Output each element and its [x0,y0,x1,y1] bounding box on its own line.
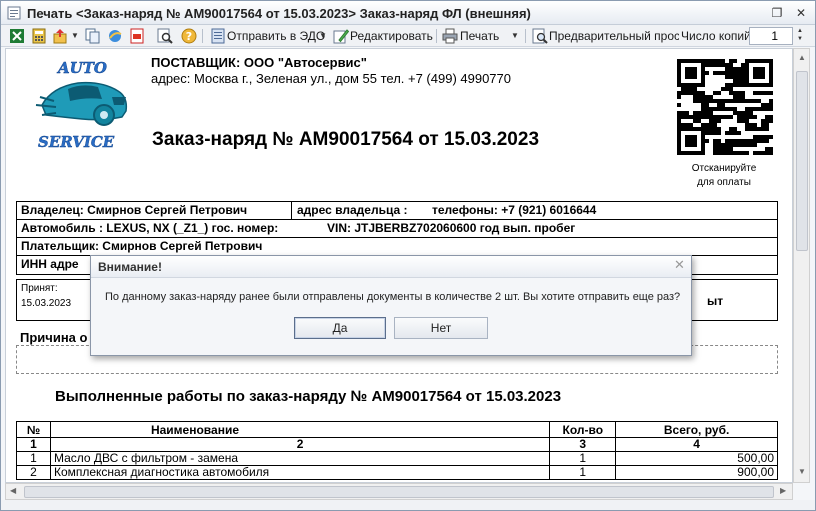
row-qty: 1 [549,451,617,466]
reason-label: Причина о [20,330,88,345]
vertical-scroll-thumb[interactable] [796,71,808,251]
svg-text:SERVICE: SERVICE [38,133,115,151]
close-window-button[interactable]: ✕ [793,5,809,21]
payer-name: Плательщик: Смирнов Сергей Петрович [21,239,263,253]
table-number-row: 1 2 3 4 [16,437,778,452]
print-dropdown-icon[interactable]: ▼ [511,28,519,44]
print-window: Печать <Заказ-наряд № АМ90017564 от 15.0… [0,0,816,511]
qr-caption-line-1: Отсканируйте [691,163,757,174]
table-row: 1 Масло ДВС с фильтром - замена 1 500,00 [16,451,778,466]
edit-icon[interactable] [333,28,349,44]
yes-button[interactable]: Да [294,317,386,339]
print-icon[interactable] [442,28,458,44]
order-title: Заказ-наряд № АМ90017564 от 15.03.2023 [152,129,540,150]
autoservice-logo: AUTO SERVICE [35,59,128,151]
owner-row: Владелец: Смирнов Сергей Петрович адрес … [17,202,777,220]
edo-icon[interactable] [210,28,226,44]
scroll-left-icon[interactable]: ◀ [10,486,16,495]
accepted-date: 15.03.2023 [21,298,72,309]
car-info: Автомобиль : LEXUS, NX (_Z1_) гос. номер… [21,221,279,235]
accepted-right-text: ыт [707,294,724,308]
pdf-icon[interactable] [129,28,145,44]
row-name: Комплексная диагностика автомобиля [49,465,551,480]
restore-window-button[interactable]: ❐ [769,5,785,21]
scroll-down-icon[interactable]: ▼ [797,467,807,476]
send-edo-dropdown-icon[interactable]: ▼ [319,28,327,44]
preview-icon[interactable] [532,28,548,44]
supplier-line: ПОСТАВЩИК: ООО "Автосервис" [151,55,367,70]
title-bar: Печать <Заказ-наряд № АМ90017564 от 15.0… [1,1,815,25]
col-number-2: 2 [49,437,551,452]
qr-caption: Отсканируйте для оплаты [671,162,777,190]
copies-label: Число копий [681,29,751,43]
row-number: 2 [16,465,51,480]
vertical-scrollbar[interactable]: ▲ ▼ [793,48,810,483]
qr-caption-line-2: для оплаты [697,177,751,188]
excel-icon[interactable] [9,28,25,44]
car-vin: VIN: JTJBERBZ702060600 год вып. пробег [327,221,576,235]
supplier-address: адрес: Москва г., Зеленая ул., дом 55 те… [151,71,512,86]
calculator-icon[interactable] [31,28,47,44]
row-total: 900,00 [615,465,778,480]
browser-icon[interactable] [107,28,123,44]
edit-button[interactable]: Редактировать [350,28,433,44]
col-number-1: 1 [16,437,51,452]
copy-icon[interactable] [85,28,101,44]
export-icon[interactable] [53,28,69,44]
preview-button-clip: Предварительный просмотр [549,28,679,44]
col-header-number: № [16,421,51,438]
owner-name: Владелец: Смирнов Сергей Петрович [21,203,248,217]
works-table: № Наименование Кол-во Всего, руб. 1 2 3 … [16,421,778,480]
help-icon[interactable]: ? [181,28,197,44]
row-name: Масло ДВС с фильтром - замена [49,451,551,466]
toolbar-separator [436,29,437,43]
copies-spinner[interactable]: ▲ ▼ [794,27,806,45]
row-total: 500,00 [615,451,778,466]
status-bar [1,500,815,510]
accepted-label: Принят: [21,283,58,294]
dialog-close-icon[interactable]: ✕ [674,258,685,273]
horizontal-scroll-thumb[interactable] [24,486,774,498]
owner-phones: телефоны: +7 (921) 6016644 [432,203,597,217]
dialog-title: Внимание! [98,260,162,274]
scroll-up-icon[interactable]: ▲ [797,53,807,62]
no-button[interactable]: Нет [394,317,488,339]
preview-button[interactable]: Предварительный просмотр [549,28,679,44]
toolbar-separator [202,29,203,43]
car-row: Автомобиль : LEXUS, NX (_Z1_) гос. номер… [17,220,777,238]
owner-address-label: адрес владельца : [297,203,408,217]
print-button[interactable]: Печать [460,28,499,44]
svg-text:?: ? [186,30,192,43]
col-header-total: Всего, руб. [615,421,778,438]
svg-text:AUTO: AUTO [56,59,107,77]
table-header-row: № Наименование Кол-во Всего, руб. [16,421,778,438]
row-qty: 1 [549,465,617,480]
window-title: Печать <Заказ-наряд № АМ90017564 от 15.0… [27,6,531,21]
dialog-message: По данному заказ-наряду ранее были отпра… [105,291,681,303]
find-icon[interactable] [157,28,173,44]
dialog-title-bar: Внимание! ✕ [91,256,691,278]
row-number: 1 [16,451,51,466]
copies-input[interactable]: 1 [749,27,793,45]
col-header-qty: Кол-во [549,421,617,438]
horizontal-scrollbar[interactable]: ◀ ▶ [5,483,793,500]
send-edo-button[interactable]: Отправить в ЭДО [227,28,325,44]
table-row: 2 Комплексная диагностика автомобиля 1 9… [16,465,778,480]
works-title: Выполненные работы по заказ-наряду № АМ9… [55,388,562,405]
col-number-3: 3 [549,437,617,452]
inn-label: ИНН адре [21,257,79,271]
app-icon [7,6,21,20]
toolbar-separator [525,29,526,43]
payer-row: Плательщик: Смирнов Сергей Петрович [17,238,777,256]
export-dropdown-icon[interactable]: ▼ [71,28,79,44]
col-header-name: Наименование [49,421,551,438]
toolbar: ▼ ? Отправить в ЭДО ▼ Редактировать Печа… [1,25,815,47]
payment-qr-code [677,59,773,155]
warning-dialog: Внимание! ✕ По данному заказ-наряду ране… [90,255,692,356]
scroll-right-icon[interactable]: ▶ [780,486,786,495]
col-number-4: 4 [615,437,778,452]
